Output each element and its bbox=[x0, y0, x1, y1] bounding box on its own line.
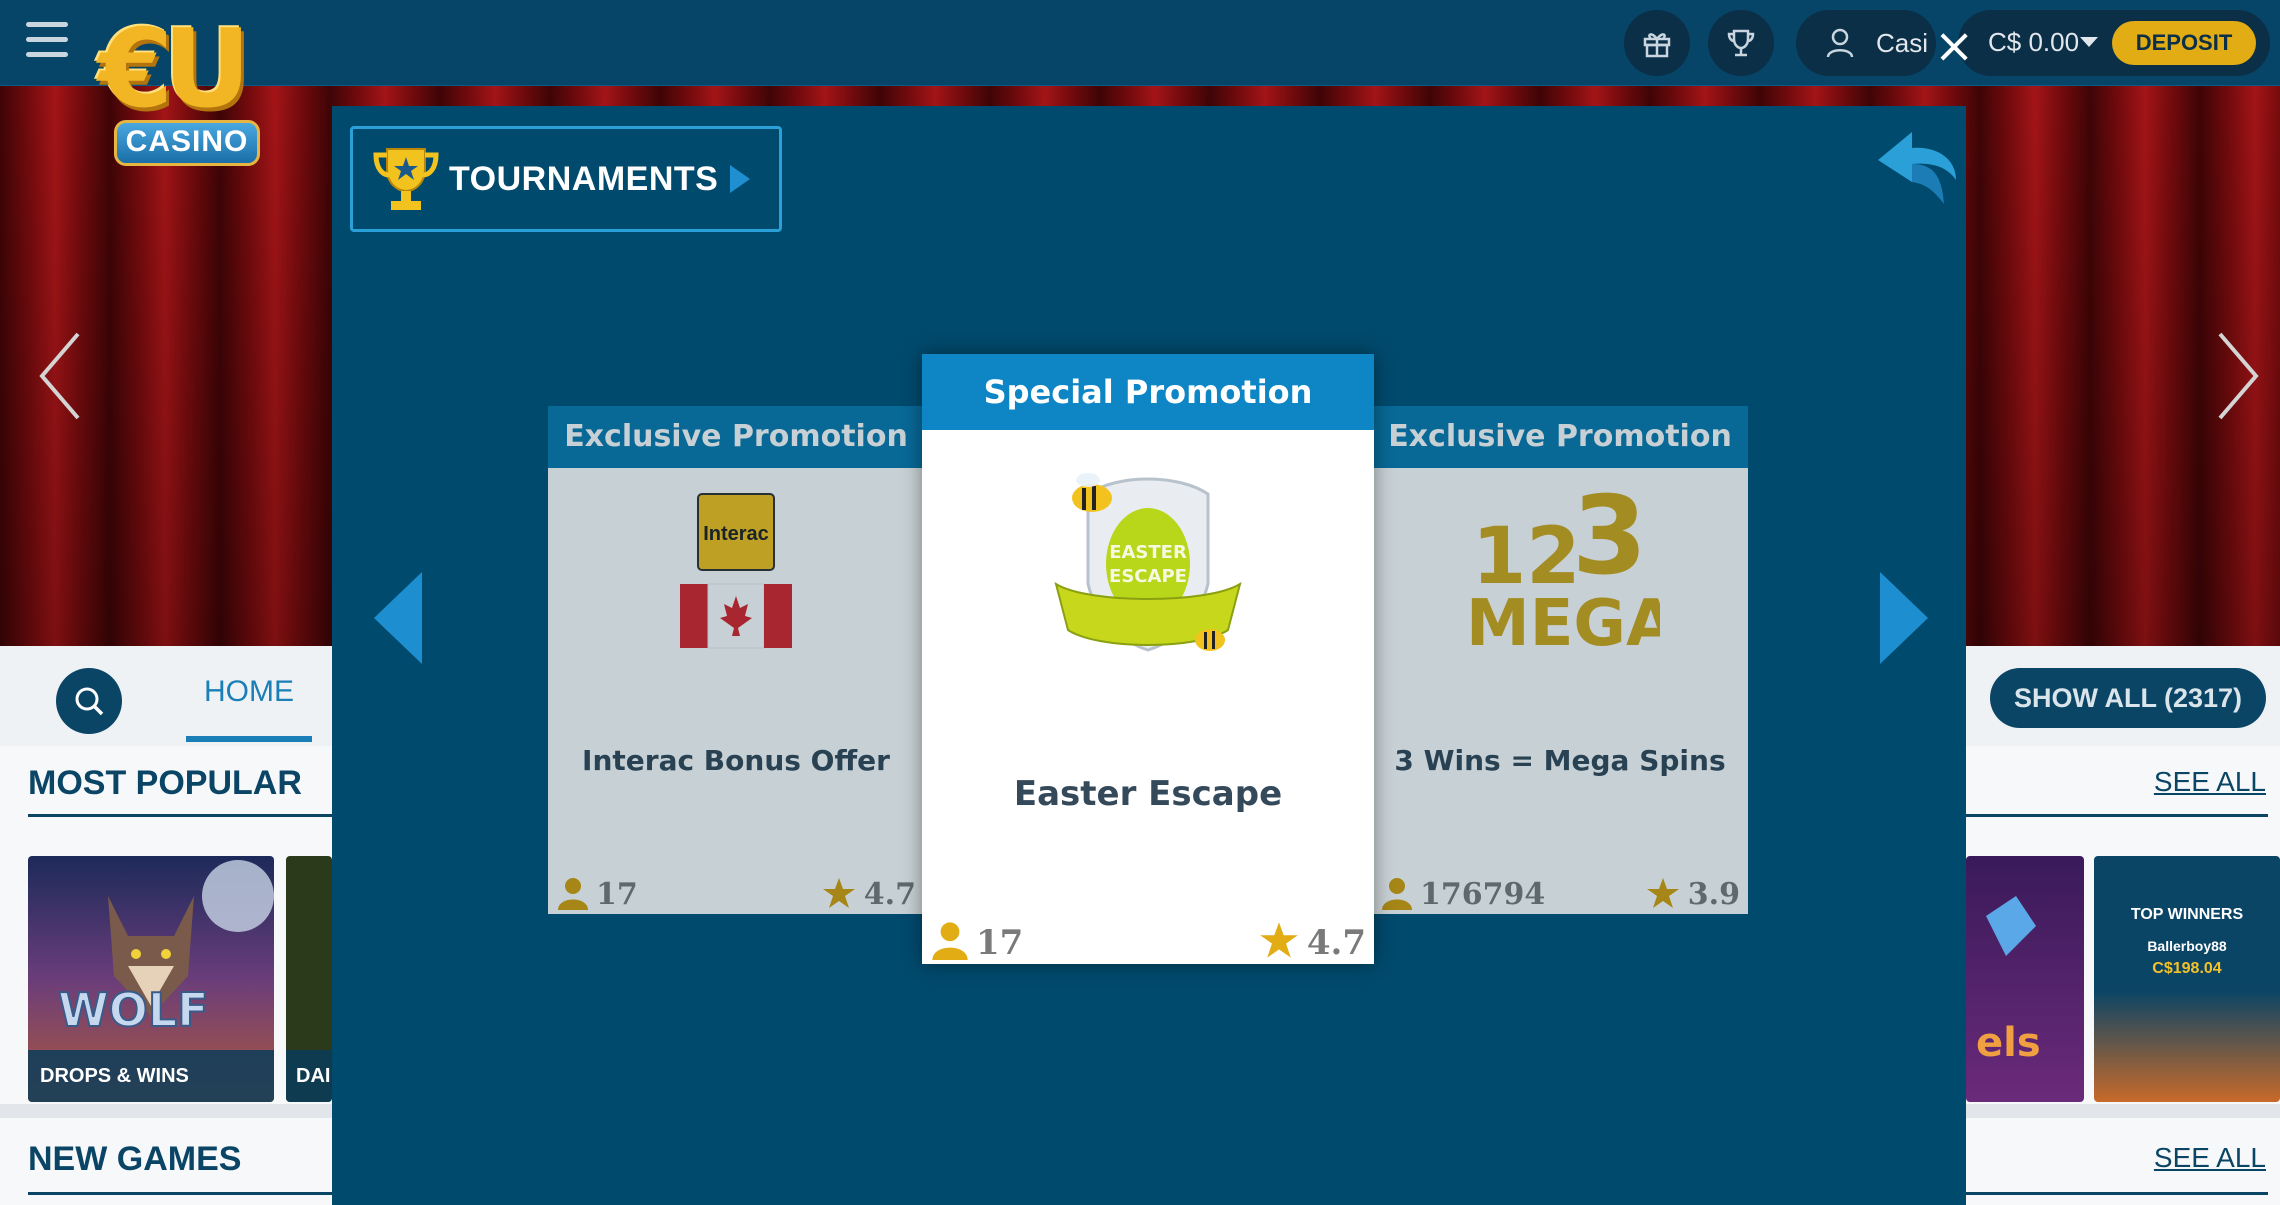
back-arrow-icon[interactable] bbox=[1872, 128, 1962, 208]
card-footer: 17 4.7 bbox=[556, 866, 916, 910]
svg-text:ESCAPE: ESCAPE bbox=[1109, 566, 1187, 587]
see-all-most-popular-link[interactable]: SEE ALL bbox=[2154, 766, 2266, 798]
balance-dropdown[interactable]: C$ 0.00 DEPOSIT bbox=[1958, 10, 2270, 76]
carousel-prev-arrow-icon[interactable] bbox=[370, 568, 426, 668]
svg-text:3: 3 bbox=[1572, 483, 1647, 599]
tournaments-header: TOURNAMENTS bbox=[350, 126, 782, 232]
show-all-button[interactable]: SHOW ALL (2317) bbox=[1990, 668, 2266, 728]
top-winner-name: Ballerboy88 bbox=[2147, 938, 2227, 954]
eu-casino-logo[interactable]: €U CASINO bbox=[98, 16, 278, 168]
promo-card-interac[interactable]: Exclusive Promotion Interac Interac Bonu… bbox=[548, 406, 924, 914]
jewel-art-icon: els bbox=[1976, 896, 2041, 1066]
menu-icon[interactable] bbox=[26, 22, 68, 62]
player-icon bbox=[558, 878, 588, 910]
svg-text:EASTER: EASTER bbox=[1109, 542, 1187, 563]
card-footer: 17 4.7 bbox=[930, 912, 1366, 960]
search-icon bbox=[75, 687, 104, 716]
tournaments-title: TOURNAMENTS bbox=[449, 159, 719, 198]
deposit-button[interactable]: DEPOSIT bbox=[2112, 21, 2256, 65]
close-modal-icon[interactable]: × bbox=[1934, 22, 1974, 70]
star-icon bbox=[1646, 878, 1679, 908]
user-name: Casi bbox=[1876, 27, 1929, 58]
balance-value: C$ 0.00 bbox=[1988, 27, 2080, 57]
star-icon bbox=[822, 878, 855, 908]
top-winners-title: TOP WINNERS bbox=[2130, 906, 2244, 923]
tile-label: DAI bbox=[286, 1050, 332, 1102]
card-footer: 176794 3.9 bbox=[1380, 866, 1740, 910]
card-header: Exclusive Promotion bbox=[548, 406, 924, 468]
trophy-icon[interactable] bbox=[1708, 10, 1774, 76]
gift-icon[interactable] bbox=[1624, 10, 1690, 76]
user-account-button[interactable]: Casi bbox=[1796, 10, 1936, 76]
card-title: 3 Wins = Mega Spins bbox=[1394, 744, 1726, 777]
most-popular-title: MOST POPULAR bbox=[28, 764, 302, 802]
tournaments-modal: TOURNAMENTS Exclusive Promotion Interac … bbox=[332, 106, 1966, 1205]
rating: 4.7 bbox=[863, 877, 916, 912]
card-header: Special Promotion bbox=[922, 354, 1374, 430]
game-tile-jewels[interactable]: els bbox=[1966, 856, 2084, 1102]
svg-text:WOLF: WOLF bbox=[58, 983, 209, 1037]
user-icon bbox=[1826, 28, 1854, 58]
game-tile-wolf-gold[interactable]: WOLF DROPS & WINS bbox=[28, 856, 274, 1102]
tile-label: DROPS & WINS bbox=[28, 1050, 274, 1102]
svg-text:els: els bbox=[1976, 1020, 2041, 1066]
game-tile-partial[interactable]: DAI bbox=[286, 856, 332, 1102]
interac-canada-logo-icon: Interac bbox=[548, 468, 924, 678]
svg-text:Interac: Interac bbox=[703, 523, 769, 545]
player-icon bbox=[932, 922, 968, 960]
easter-escape-badge-icon: EASTER ESCAPE bbox=[922, 454, 1374, 684]
carousel-next-arrow-icon[interactable] bbox=[1876, 568, 1932, 668]
tab-home[interactable]: HOME bbox=[186, 646, 312, 742]
new-games-title: NEW GAMES bbox=[28, 1140, 242, 1178]
player-count: 176794 bbox=[1420, 877, 1546, 912]
rating: 3.9 bbox=[1687, 877, 1740, 912]
trophy-star-icon bbox=[373, 148, 439, 210]
rating: 4.7 bbox=[1306, 923, 1366, 963]
hero-prev-arrow-icon[interactable] bbox=[34, 326, 84, 426]
star-icon bbox=[1260, 922, 1298, 958]
hero-next-arrow-icon[interactable] bbox=[2214, 326, 2264, 426]
top-winners-tile[interactable]: TOP WINNERS Ballerboy88 C$198.04 bbox=[2094, 856, 2280, 1102]
card-title: Interac Bonus Offer bbox=[582, 744, 890, 777]
svg-text:MEGA: MEGA bbox=[1466, 587, 1660, 661]
triangle-right-icon bbox=[730, 165, 751, 193]
top-winner-amount: C$198.04 bbox=[2152, 960, 2222, 977]
player-count: 17 bbox=[596, 877, 638, 912]
player-count: 17 bbox=[976, 923, 1024, 963]
card-title: Easter Escape bbox=[1013, 774, 1283, 814]
promo-card-mega-spins[interactable]: Exclusive Promotion 12 3 MEGA 3 Wins = M… bbox=[1372, 406, 1748, 914]
promo-card-easter-escape[interactable]: Special Promotion EASTER ESCAPE Easter E… bbox=[922, 354, 1374, 964]
player-icon bbox=[1382, 878, 1412, 910]
123-mega-logo-icon: 12 3 MEGA bbox=[1372, 468, 1748, 678]
chevron-down-icon bbox=[2080, 37, 2098, 47]
card-header: Exclusive Promotion bbox=[1372, 406, 1748, 468]
search-button[interactable] bbox=[56, 668, 122, 734]
see-all-new-games-link[interactable]: SEE ALL bbox=[2154, 1142, 2266, 1174]
